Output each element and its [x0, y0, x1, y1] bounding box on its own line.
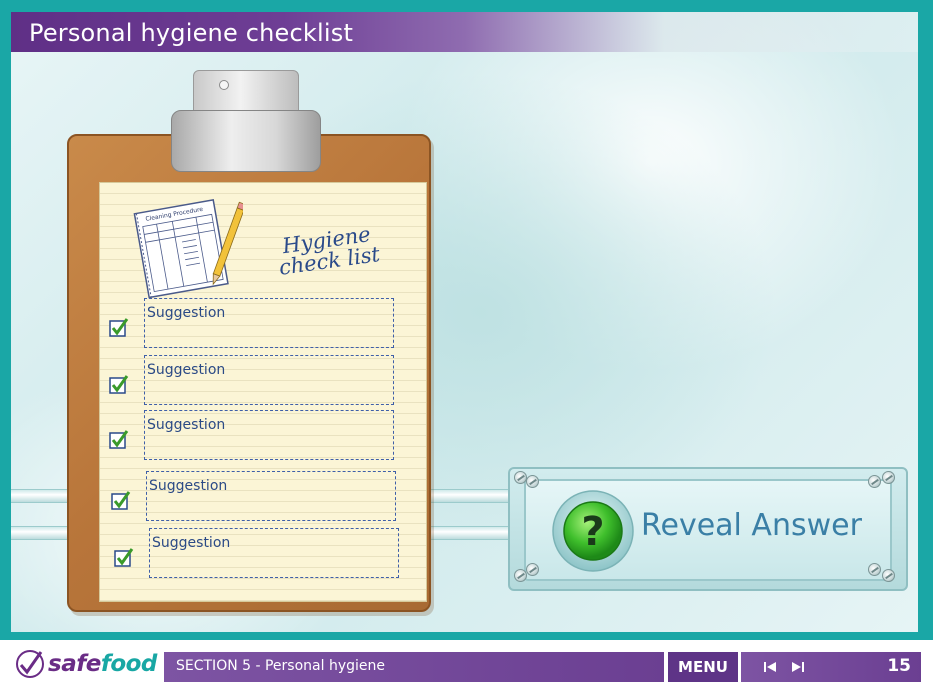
menu-button[interactable]: MENU: [668, 652, 738, 682]
screw-icon: [882, 471, 895, 484]
screw-icon: [514, 569, 527, 582]
checklist-row: Suggestion: [109, 410, 399, 462]
pipe-right-upper: [431, 489, 511, 503]
suggestion-label: Suggestion: [152, 535, 231, 551]
title-bar: Personal hygiene checklist: [11, 12, 918, 52]
navigation-bar: 15: [741, 652, 921, 682]
checkbox-checked-icon: [109, 375, 129, 394]
screw-icon: [868, 475, 881, 488]
logo-food: food: [100, 651, 158, 677]
slide-frame: Personal hygiene checklist Cleaning Proc…: [0, 0, 933, 640]
checkbox-checked-icon: [111, 491, 131, 510]
checklist-row: Suggestion: [109, 298, 399, 350]
footer: safefood SECTION 5 - Personal hygiene ME…: [0, 640, 933, 686]
checkbox-checked-icon: [109, 318, 129, 337]
svg-text:?: ?: [581, 509, 604, 555]
screw-icon: [882, 569, 895, 582]
suggestion-field[interactable]: Suggestion: [144, 298, 394, 348]
notepad-pencil-icon: Cleaning Procedure: [133, 199, 243, 299]
suggestion-field[interactable]: Suggestion: [149, 528, 399, 578]
suggestion-field[interactable]: Suggestion: [146, 471, 396, 521]
pipe-right-lower: [431, 526, 511, 540]
slide-canvas: Personal hygiene checklist Cleaning Proc…: [11, 12, 918, 632]
clipboard-clip: [171, 70, 321, 172]
suggestion-field[interactable]: Suggestion: [144, 410, 394, 460]
clip-body: [171, 110, 321, 172]
section-bar: SECTION 5 - Personal hygiene: [164, 652, 664, 682]
checkbox-checked-icon: [109, 430, 129, 449]
checkbox-checked-icon: [114, 548, 134, 567]
suggestion-label: Suggestion: [147, 305, 226, 321]
clip-hole: [219, 80, 229, 90]
safefood-logo: safefood: [14, 648, 157, 680]
previous-page-icon[interactable]: [761, 658, 781, 676]
suggestion-label: Suggestion: [147, 417, 226, 433]
reveal-answer-label: Reveal Answer: [641, 508, 862, 543]
screw-icon: [526, 475, 539, 488]
next-page-icon[interactable]: [787, 658, 807, 676]
question-mark-icon[interactable]: ?: [552, 490, 634, 572]
page-title: Personal hygiene checklist: [29, 19, 354, 47]
safefood-logo-icon: [16, 650, 44, 678]
section-label: SECTION 5 - Personal hygiene: [176, 658, 385, 674]
logo-safe: safe: [48, 651, 101, 677]
suggestion-field[interactable]: Suggestion: [144, 355, 394, 405]
page-number: 15: [887, 656, 911, 676]
suggestion-label: Suggestion: [147, 362, 226, 378]
safefood-wordmark: safefood: [48, 651, 157, 677]
checklist-row: Suggestion: [111, 471, 401, 523]
screw-icon: [868, 563, 881, 576]
checklist-row: Suggestion: [114, 528, 404, 580]
checklist-row: Suggestion: [109, 355, 399, 407]
screw-icon: [526, 563, 539, 576]
suggestion-label: Suggestion: [149, 478, 228, 494]
